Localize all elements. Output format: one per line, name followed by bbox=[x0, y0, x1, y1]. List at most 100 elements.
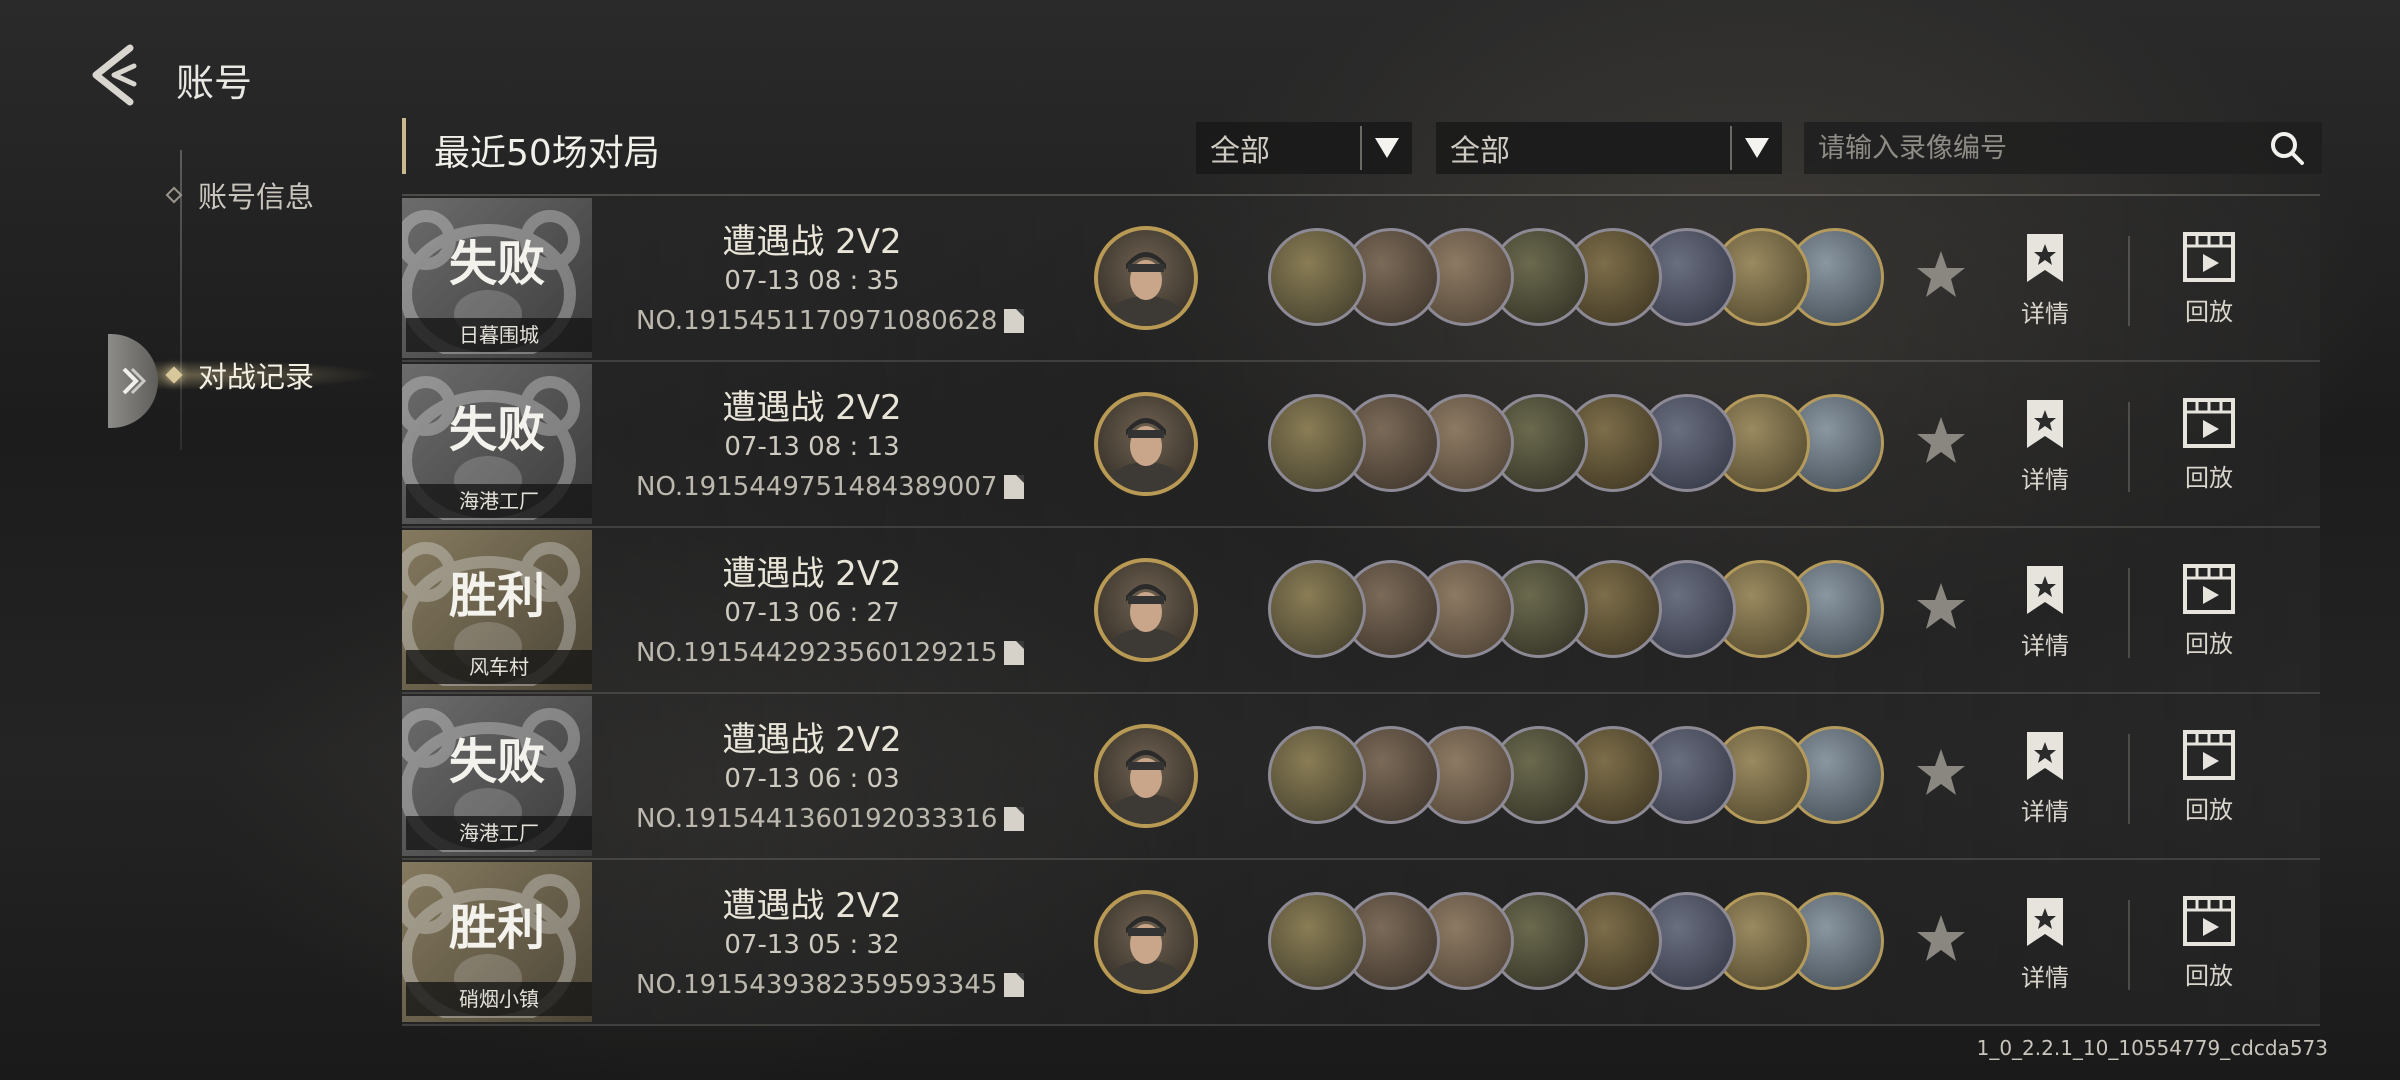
record-number: NO.1915441360192033316 bbox=[636, 804, 1025, 834]
map-name: 海港工厂 bbox=[406, 816, 592, 850]
commander-portrait-icon bbox=[1106, 584, 1186, 658]
film-play-icon bbox=[2183, 232, 2235, 282]
star-icon bbox=[1917, 915, 1965, 961]
replay-label: 回放 bbox=[2185, 298, 2233, 326]
game-mode: 遭遇战 2V2 bbox=[722, 886, 902, 926]
unit-card-icon[interactable] bbox=[1268, 560, 1366, 658]
player-avatar[interactable] bbox=[1094, 890, 1198, 994]
dropdown-arrow-icon bbox=[1732, 138, 1782, 158]
detail-button[interactable]: 详情 bbox=[2000, 564, 2090, 661]
game-mode: 遭遇战 2V2 bbox=[722, 720, 902, 760]
action-divider bbox=[2128, 402, 2130, 492]
dropdown-arrow-icon bbox=[1362, 138, 1412, 158]
film-play-icon bbox=[2183, 730, 2235, 780]
replay-button[interactable]: 回放 bbox=[2164, 730, 2254, 825]
match-result: 胜利 bbox=[448, 900, 545, 956]
favorite-star-button[interactable] bbox=[1914, 248, 1968, 306]
match-result: 胜利 bbox=[448, 568, 545, 624]
filter-dropdown-2[interactable]: 全部 bbox=[1436, 122, 1782, 174]
version-text: 1_0_2.2.1_10_10554779_cdcda573 bbox=[1976, 1036, 2328, 1060]
sidebar-item-account-info[interactable]: 账号信息 bbox=[165, 174, 315, 216]
match-time: 07-13 08 : 35 bbox=[724, 266, 900, 296]
favorite-star-button[interactable] bbox=[1914, 912, 1968, 970]
map-name: 风车村 bbox=[406, 650, 592, 684]
match-row: 失败 海港工厂 遭遇战 2V2 07-13 08 : 13 NO.1915449… bbox=[402, 362, 2320, 528]
record-number: NO.1915439382359593345 bbox=[636, 970, 1025, 1000]
bookmark-star-icon bbox=[2027, 400, 2063, 448]
filter-selected-value: 全部 bbox=[1450, 134, 1510, 169]
detail-button[interactable]: 详情 bbox=[2000, 232, 2090, 329]
unit-card-icon[interactable] bbox=[1268, 726, 1366, 824]
unit-lineup bbox=[1268, 560, 1884, 660]
double-chevron-right-icon bbox=[122, 367, 147, 395]
player-avatar[interactable] bbox=[1094, 392, 1198, 496]
match-result: 失败 bbox=[448, 734, 545, 790]
replay-button[interactable]: 回放 bbox=[2164, 896, 2254, 991]
search-icon[interactable] bbox=[2252, 130, 2322, 166]
map-name: 日暮围城 bbox=[406, 318, 592, 352]
replay-button[interactable]: 回放 bbox=[2164, 232, 2254, 327]
match-result: 失败 bbox=[448, 236, 545, 292]
record-number-text: NO.1915449751484389007 bbox=[636, 472, 998, 502]
copy-icon[interactable] bbox=[1003, 308, 1025, 334]
map-name: 硝烟小镇 bbox=[406, 982, 592, 1016]
result-card: 失败 日暮围城 bbox=[402, 198, 592, 358]
sidebar-item-label: 账号信息 bbox=[198, 180, 315, 214]
page-title: 账号 bbox=[176, 61, 253, 105]
commander-portrait-icon bbox=[1106, 252, 1186, 326]
player-avatar[interactable] bbox=[1094, 724, 1198, 828]
action-divider bbox=[2128, 236, 2130, 326]
copy-icon[interactable] bbox=[1003, 972, 1025, 998]
match-row: 失败 日暮围城 遭遇战 2V2 07-13 08 : 35 NO.1915451… bbox=[402, 196, 2320, 362]
favorite-star-button[interactable] bbox=[1914, 746, 1968, 804]
unit-card-icon[interactable] bbox=[1268, 394, 1366, 492]
detail-button[interactable]: 详情 bbox=[2000, 896, 2090, 993]
record-number: NO.1915442923560129215 bbox=[636, 638, 1025, 668]
match-row: 胜利 风车村 遭遇战 2V2 07-13 06 : 27 NO.19154429… bbox=[402, 528, 2320, 694]
replay-label: 回放 bbox=[2185, 796, 2233, 824]
filter-dropdown-1[interactable]: 全部 bbox=[1196, 122, 1412, 174]
action-divider bbox=[2128, 568, 2130, 658]
player-avatar[interactable] bbox=[1094, 226, 1198, 330]
replay-button[interactable]: 回放 bbox=[2164, 398, 2254, 493]
record-number: NO.1915449751484389007 bbox=[636, 472, 1025, 502]
match-result: 失败 bbox=[448, 402, 545, 458]
detail-label: 详情 bbox=[2021, 798, 2069, 826]
commander-portrait-icon bbox=[1106, 418, 1186, 492]
bookmark-star-icon bbox=[2027, 566, 2063, 614]
detail-button[interactable]: 详情 bbox=[2000, 398, 2090, 495]
sidebar-item-battle-records[interactable]: 对战记录 bbox=[165, 354, 314, 396]
record-number: NO.1915451170971080628 bbox=[636, 306, 1025, 336]
action-divider bbox=[2128, 900, 2130, 990]
game-mode: 遭遇战 2V2 bbox=[722, 388, 902, 428]
unit-lineup bbox=[1268, 726, 1884, 826]
sidebar-collapse-button[interactable] bbox=[108, 334, 158, 428]
search-box bbox=[1804, 122, 2322, 174]
match-row: 胜利 硝烟小镇 遭遇战 2V2 07-13 05 : 32 NO.1915439… bbox=[402, 860, 2320, 1026]
bookmark-star-icon bbox=[2027, 732, 2063, 780]
favorite-star-button[interactable] bbox=[1914, 414, 1968, 472]
star-icon bbox=[1917, 417, 1965, 463]
copy-icon[interactable] bbox=[1003, 640, 1025, 666]
game-mode: 遭遇战 2V2 bbox=[722, 554, 902, 594]
detail-button[interactable]: 详情 bbox=[2000, 730, 2090, 827]
unit-card-icon[interactable] bbox=[1268, 228, 1366, 326]
action-divider bbox=[2128, 734, 2130, 824]
section-accent-bar bbox=[402, 118, 406, 174]
copy-icon[interactable] bbox=[1003, 474, 1025, 500]
player-avatar[interactable] bbox=[1094, 558, 1198, 662]
match-list: 失败 日暮围城 遭遇战 2V2 07-13 08 : 35 NO.1915451… bbox=[402, 196, 2320, 1026]
film-play-icon bbox=[2183, 564, 2235, 614]
match-row: 失败 海港工厂 遭遇战 2V2 07-13 06 : 03 NO.1915441… bbox=[402, 694, 2320, 860]
replay-label: 回放 bbox=[2185, 630, 2233, 658]
diamond-icon bbox=[165, 366, 183, 384]
unit-lineup bbox=[1268, 228, 1884, 328]
favorite-star-button[interactable] bbox=[1914, 580, 1968, 638]
replay-button[interactable]: 回放 bbox=[2164, 564, 2254, 659]
back-button[interactable] bbox=[86, 42, 146, 108]
copy-icon[interactable] bbox=[1003, 806, 1025, 832]
unit-card-icon[interactable] bbox=[1268, 892, 1366, 990]
film-play-icon bbox=[2183, 896, 2235, 946]
search-input[interactable] bbox=[1804, 131, 2252, 165]
star-icon bbox=[1917, 583, 1965, 629]
